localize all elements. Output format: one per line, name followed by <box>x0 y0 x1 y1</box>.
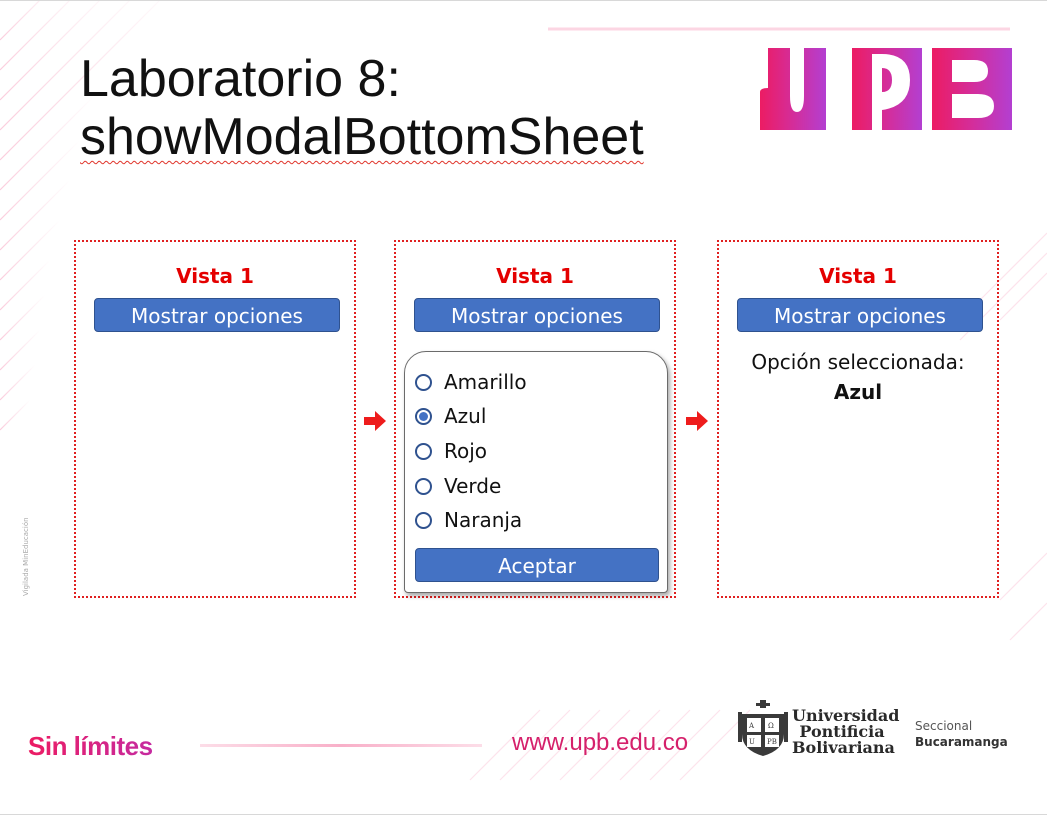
radio-unchecked-icon[interactable] <box>415 477 432 495</box>
option-label: Verde <box>444 474 502 498</box>
show-options-button[interactable]: Mostrar opciones <box>414 298 660 332</box>
option-label: Amarillo <box>444 370 527 394</box>
slide-title: Laboratorio 8: showModalBottomSheet <box>80 50 644 166</box>
svg-text:A: A <box>748 722 755 730</box>
selected-option-value: Azul <box>833 380 883 404</box>
panel-initial-view: Vista 1 Mostrar opciones <box>74 240 356 598</box>
university-crest-icon: A Ω U PB <box>738 700 788 756</box>
vigilada-text: Vigilada MinEducación <box>22 517 30 596</box>
accept-button[interactable]: Aceptar <box>415 548 659 582</box>
show-options-button[interactable]: Mostrar opciones <box>94 298 340 332</box>
title-line-1: Laboratorio 8: <box>80 50 401 108</box>
radio-option-azul[interactable]: Azul <box>415 403 486 429</box>
slide: Laboratorio 8: showModalBottomSheet Vist… <box>0 0 1047 815</box>
website-link[interactable]: www.upb.edu.co <box>512 729 688 757</box>
radio-unchecked-icon[interactable] <box>415 511 432 529</box>
arrow-right-icon <box>686 411 708 431</box>
svg-text:U: U <box>749 738 755 746</box>
top-divider <box>0 0 1047 5</box>
selected-option-label: Opción seleccionada: <box>751 350 965 374</box>
radio-unchecked-icon[interactable] <box>415 442 432 460</box>
bottom-divider <box>0 811 1047 815</box>
option-label: Naranja <box>444 508 523 532</box>
vista-label: Vista 1 <box>496 264 574 288</box>
radio-option-naranja[interactable]: Naranja <box>415 507 522 533</box>
option-label: Rojo <box>444 439 488 463</box>
seccional-block: Seccional Bucaramanga <box>915 718 1008 750</box>
seccional-city: Bucaramanga <box>915 735 1008 749</box>
svg-text:Ω: Ω <box>768 722 774 730</box>
vista-label: Vista 1 <box>176 264 254 288</box>
modal-bottom-sheet: Amarillo Azul Rojo Verde Naranja Aceptar <box>404 351 668 593</box>
panel-bottom-sheet-view: Vista 1 Mostrar opciones Amarillo Azul R… <box>394 240 676 598</box>
title-line-2: showModalBottomSheet <box>80 108 644 166</box>
option-label: Azul <box>444 404 487 428</box>
radio-option-rojo[interactable]: Rojo <box>415 438 487 464</box>
radio-checked-icon[interactable] <box>415 407 432 425</box>
svg-text:PB: PB <box>767 738 777 746</box>
radio-option-amarillo[interactable]: Amarillo <box>415 369 527 395</box>
show-options-button[interactable]: Mostrar opciones <box>737 298 983 332</box>
arrow-right-icon <box>364 411 386 431</box>
radio-unchecked-icon[interactable] <box>415 373 432 391</box>
slogan-divider <box>200 744 482 747</box>
vista-label: Vista 1 <box>819 264 897 288</box>
university-name: Universidad Pontificia Bolivariana <box>792 708 899 757</box>
upb-logo <box>760 48 1012 130</box>
university-name-line: Bolivariana <box>792 738 895 757</box>
seccional-label: Seccional <box>915 719 973 733</box>
panel-result-view: Vista 1 Mostrar opciones Opción seleccio… <box>717 240 999 598</box>
slogan: Sin límites <box>28 731 153 761</box>
radio-option-verde[interactable]: Verde <box>415 473 501 499</box>
